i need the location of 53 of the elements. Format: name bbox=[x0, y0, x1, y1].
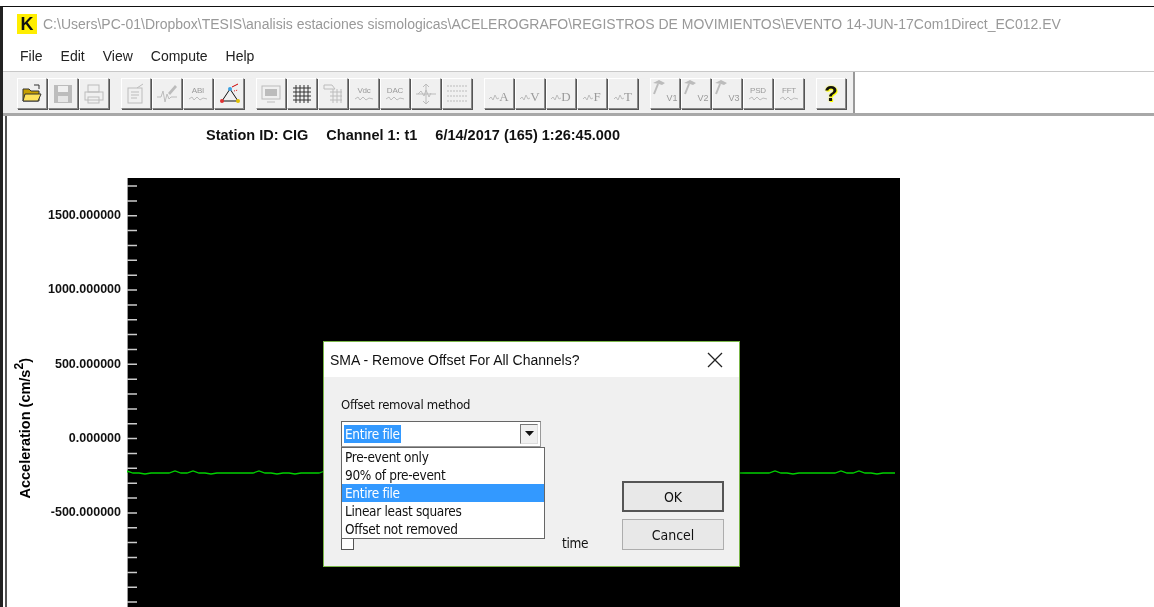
tick-label: -500.000000 bbox=[49, 505, 121, 522]
wave-icon bbox=[614, 93, 624, 103]
dropdown-option[interactable]: Offset not removed bbox=[342, 520, 544, 538]
toolbar-button[interactable]: ? bbox=[816, 78, 846, 109]
wave-icon bbox=[779, 94, 799, 101]
wave-icon bbox=[188, 94, 208, 101]
monitor-icon bbox=[260, 82, 282, 105]
grid-icon bbox=[322, 82, 344, 105]
plot-title: Station ID: CIG bbox=[206, 127, 309, 143]
menu-item[interactable]: File bbox=[11, 47, 52, 64]
hammer-icon bbox=[683, 79, 698, 95]
menu-item[interactable]: Compute bbox=[141, 47, 217, 64]
plot-title: 6/14/2017 (165) 1:26:45.000 bbox=[435, 127, 620, 143]
lines-icon bbox=[446, 82, 468, 105]
dropdown-field[interactable]: Entire file bbox=[341, 421, 541, 447]
wave-icon bbox=[385, 94, 405, 101]
hammer-icon bbox=[652, 79, 667, 95]
toolbar-button[interactable] bbox=[17, 78, 47, 109]
dropdown-option[interactable]: Pre-event only bbox=[342, 448, 544, 466]
hammer-icon bbox=[714, 79, 729, 95]
dialog-button[interactable]: OK bbox=[622, 481, 724, 512]
tick-label: 1000.000000 bbox=[47, 282, 121, 299]
printer-icon bbox=[83, 82, 105, 105]
tick-label: 1500.000000 bbox=[47, 208, 121, 224]
tick-label: 500.000000 bbox=[53, 356, 121, 373]
menu-item[interactable]: Edit bbox=[51, 47, 94, 64]
menu-item[interactable]: View bbox=[93, 47, 142, 64]
wave-icon bbox=[551, 93, 562, 103]
field-label: Offset removal method bbox=[341, 397, 472, 414]
app-logo: K bbox=[17, 13, 37, 34]
folder-icon bbox=[21, 82, 43, 105]
wave-icon bbox=[354, 94, 374, 101]
grid-icon bbox=[291, 82, 313, 105]
toolbar-button[interactable] bbox=[287, 78, 317, 109]
window-title: C:\Users\PC-01\Dropbox\TESIS\analisis estaciones sismologicas\ACELEROGRAFO\REGISTROS DE MOVIMIENTOS\EVENTO 14-JUN-17Com1Direct_EC012.EV bbox=[43, 15, 1061, 32]
arrows-icon bbox=[415, 82, 437, 105]
wave-icon bbox=[489, 93, 500, 103]
menu-item[interactable]: Help bbox=[216, 47, 264, 64]
checkbox-label: time bbox=[562, 535, 589, 551]
tick-label: 0.000000 bbox=[67, 430, 121, 447]
pen-wave-icon bbox=[156, 82, 178, 105]
plot-title: Channel 1: t1 bbox=[326, 127, 418, 143]
dropdown-option[interactable]: Linear least squares bbox=[342, 502, 544, 520]
wave-icon bbox=[583, 93, 594, 103]
dialog-button[interactable]: Cancel bbox=[622, 519, 724, 550]
toolbar-button[interactable] bbox=[214, 78, 244, 109]
floppy-icon bbox=[52, 82, 74, 105]
dropdown-option[interactable]: Entire file bbox=[342, 484, 544, 502]
dropdown-option[interactable]: 90% of pre-event bbox=[342, 466, 544, 484]
caret-icon bbox=[524, 431, 534, 437]
dialog-title: SMA - Remove Offset For All Channels? bbox=[330, 351, 581, 368]
wave-icon bbox=[748, 94, 768, 101]
wave-icon bbox=[520, 93, 531, 103]
